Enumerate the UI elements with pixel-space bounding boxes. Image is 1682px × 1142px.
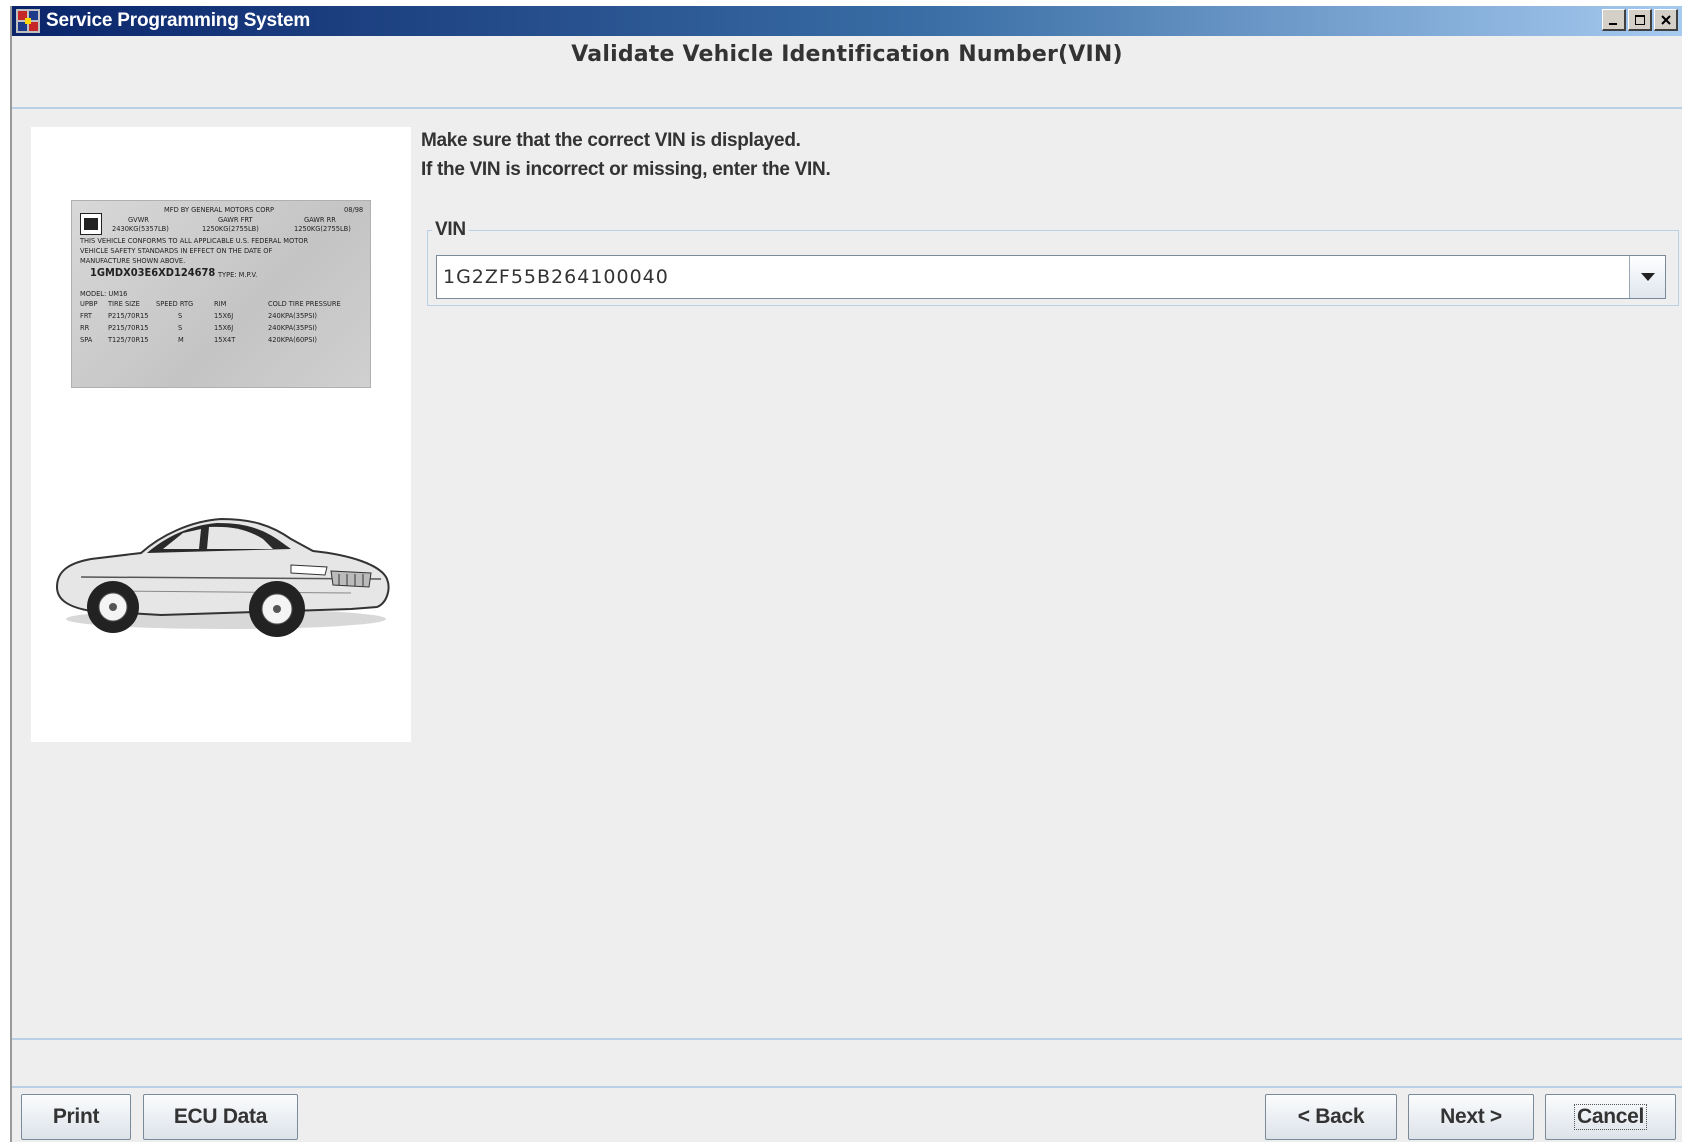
plate-header-cold-tire-pressure: COLD TIRE PRESSURE	[268, 299, 341, 308]
plate-row-pressure: 240KPA(35PSI)	[268, 323, 317, 332]
instruction-line-2: If the VIN is incorrect or missing, ente…	[421, 159, 831, 180]
print-button[interactable]: Print	[21, 1094, 131, 1140]
footer-divider-top	[12, 1038, 1682, 1040]
plate-row-tire-size: P215/70R15	[108, 323, 149, 332]
plate-conform-3: MANUFACTURE SHOWN ABOVE.	[80, 256, 186, 265]
plate-row-speed: S	[178, 311, 183, 320]
plate-row-rim: 15X6J	[214, 323, 234, 332]
plate-conform-2: VEHICLE SAFETY STANDARDS IN EFFECT ON TH…	[80, 246, 273, 255]
plate-model: MODEL: UM16	[80, 289, 128, 298]
plate-row-tire-size: P215/70R15	[108, 311, 149, 320]
vin-group-box: VIN	[427, 219, 1679, 306]
plate-row-rim: 15X4T	[214, 335, 236, 344]
window-title: Service Programming System	[46, 10, 311, 31]
vehicle-illustration	[51, 479, 391, 639]
ecu-data-button[interactable]: ECU Data	[143, 1094, 298, 1140]
header-divider	[12, 107, 1682, 109]
plate-row-position: RR	[80, 323, 90, 332]
window-controls	[1602, 9, 1678, 33]
plate-header-rim: RIM	[214, 299, 227, 308]
dropdown-arrow-button[interactable]	[1629, 256, 1665, 298]
plate-date: 08/98	[344, 205, 364, 214]
plate-type: TYPE: M.P.V.	[218, 270, 258, 279]
plate-conform-1: THIS VEHICLE CONFORMS TO ALL APPLICABLE …	[80, 236, 309, 245]
title-bar[interactable]: Service Programming System	[12, 6, 1682, 36]
plate-row-rim: 15X6J	[214, 311, 234, 320]
plate-row-tire-size: T125/70R15	[108, 335, 149, 344]
vin-label-plate-image: MFD BY GENERAL MOTORS CORP 08/98 GVWR GA…	[71, 200, 371, 388]
page-title: Validate Vehicle Identification Number(V…	[571, 42, 1123, 67]
cancel-button-label: Cancel	[1573, 1104, 1648, 1130]
plate-gvwr: 2430KG(5357LB)	[112, 224, 169, 233]
plate-header-speed-rtg: SPEED RTG	[156, 299, 194, 308]
plate-row-position: FRT	[80, 311, 92, 320]
plate-manufacturer: MFD BY GENERAL MOTORS CORP	[164, 205, 275, 214]
plate-row-speed: S	[178, 323, 183, 332]
plate-header-tire-size: TIRE SIZE	[108, 299, 140, 308]
footer-divider-bottom	[12, 1086, 1682, 1088]
plate-vin: 1GMDX03E6XD124678	[90, 266, 216, 279]
plate-row-speed: M	[178, 335, 184, 344]
vehicle-image-panel: MFD BY GENERAL MOTORS CORP 08/98 GVWR GA…	[31, 127, 411, 742]
close-icon[interactable]	[1654, 9, 1678, 31]
vin-legend: VIN	[432, 219, 469, 241]
plate-gawr-rr: 1250KG(2755LB)	[294, 224, 351, 233]
instructions: Make sure that the correct VIN is displa…	[421, 126, 831, 184]
plate-gawr-frt: 1250KG(2755LB)	[202, 224, 259, 233]
back-button[interactable]: < Back	[1265, 1094, 1397, 1140]
service-programming-app-icon	[16, 9, 40, 33]
plate-row-pressure: 420KPA(60PSI)	[268, 335, 317, 344]
chevron-down-icon	[1640, 273, 1655, 281]
next-button[interactable]: Next >	[1408, 1094, 1534, 1140]
instruction-line-1: Make sure that the correct VIN is displa…	[421, 130, 801, 151]
plate-row-position: SPA	[80, 335, 93, 344]
vin-combobox[interactable]	[436, 255, 1666, 299]
cancel-button[interactable]: Cancel	[1545, 1094, 1676, 1140]
application-window: Service Programming System Validate Vehi…	[10, 6, 1682, 1142]
plate-row-pressure: 240KPA(35PSI)	[268, 311, 317, 320]
vin-input[interactable]	[437, 256, 1629, 298]
plate-header-upbp: UPBP	[80, 299, 98, 308]
maximize-icon[interactable]	[1628, 9, 1652, 31]
minimize-icon[interactable]	[1602, 9, 1626, 31]
gm-logo-icon	[80, 213, 102, 235]
